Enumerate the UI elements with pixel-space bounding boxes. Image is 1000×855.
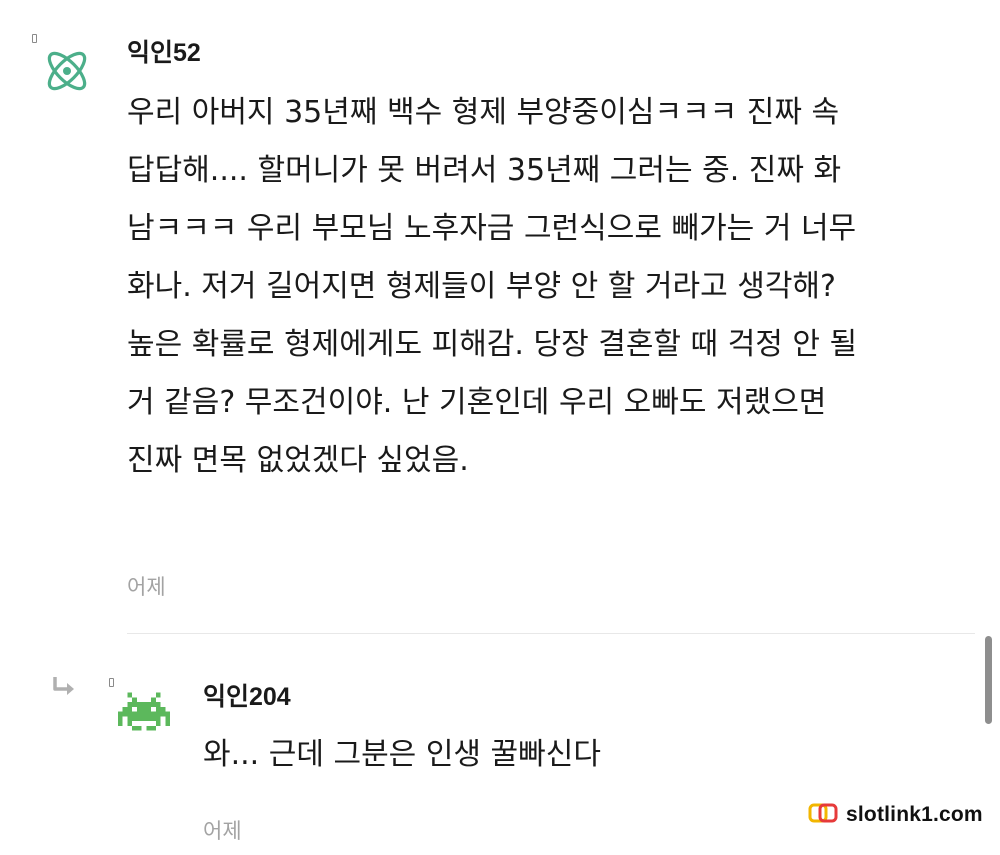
comment-body-line: 화나. 저거 길어지면 형제들이 부양 안 할 거라고 생각해? — [127, 269, 836, 304]
atom-icon[interactable] — [41, 45, 93, 97]
comment-body: 우리 아버지 35년째 백수 형제 부양중이심ㅋㅋㅋ 진짜 속 답답해.... … — [127, 84, 967, 490]
reply-arrow-icon — [52, 675, 78, 697]
watermark-text: slotlink1.com — [846, 803, 983, 826]
comment-body-line: 와... 근데 그분은 인생 꿀빠신다 — [203, 737, 601, 772]
comment-timestamp: 어제 — [203, 819, 242, 843]
comment-body-line: 남ㅋㅋㅋ 우리 부모님 노후자금 그런식으로 빼가는 거 너무 — [127, 211, 857, 246]
scrollbar-thumb[interactable] — [985, 636, 992, 724]
watermark: slotlink1.com — [808, 800, 983, 830]
comment-body-line: 거 같음? 무조건이야. 난 기혼인데 우리 오빠도 저랬으면 — [127, 385, 827, 420]
comment-body-line: 높은 확률로 형제에게도 피해감. 당장 결혼할 때 걱정 안 될 — [127, 327, 858, 362]
double-rounded-square-logo-icon — [808, 802, 838, 828]
comment-divider — [127, 633, 975, 634]
comment-author[interactable]: 익인52 — [127, 33, 201, 69]
comment-timestamp: 어제 — [127, 575, 166, 599]
comment-body: 와... 근데 그분은 인생 꿀빠신다 — [203, 726, 903, 784]
comment-body-line: 진짜 면목 없었겠다 싶었음. — [127, 443, 469, 478]
comment-body-line: 답답해.... 할머니가 못 버려서 35년째 그러는 중. 진짜 화 — [127, 153, 842, 188]
comment-marker-icon — [109, 678, 114, 687]
comment-author[interactable]: 익인204 — [203, 677, 291, 713]
comment-marker-icon — [32, 34, 37, 43]
comment-body-line: 우리 아버지 35년째 백수 형제 부양중이심ㅋㅋㅋ 진짜 속 — [127, 95, 840, 130]
comment-item: 익인52 우리 아버지 35년째 백수 형제 부양중이심ㅋㅋㅋ 진짜 속 답답해… — [0, 0, 1000, 640]
space-invader-icon[interactable] — [118, 688, 170, 740]
